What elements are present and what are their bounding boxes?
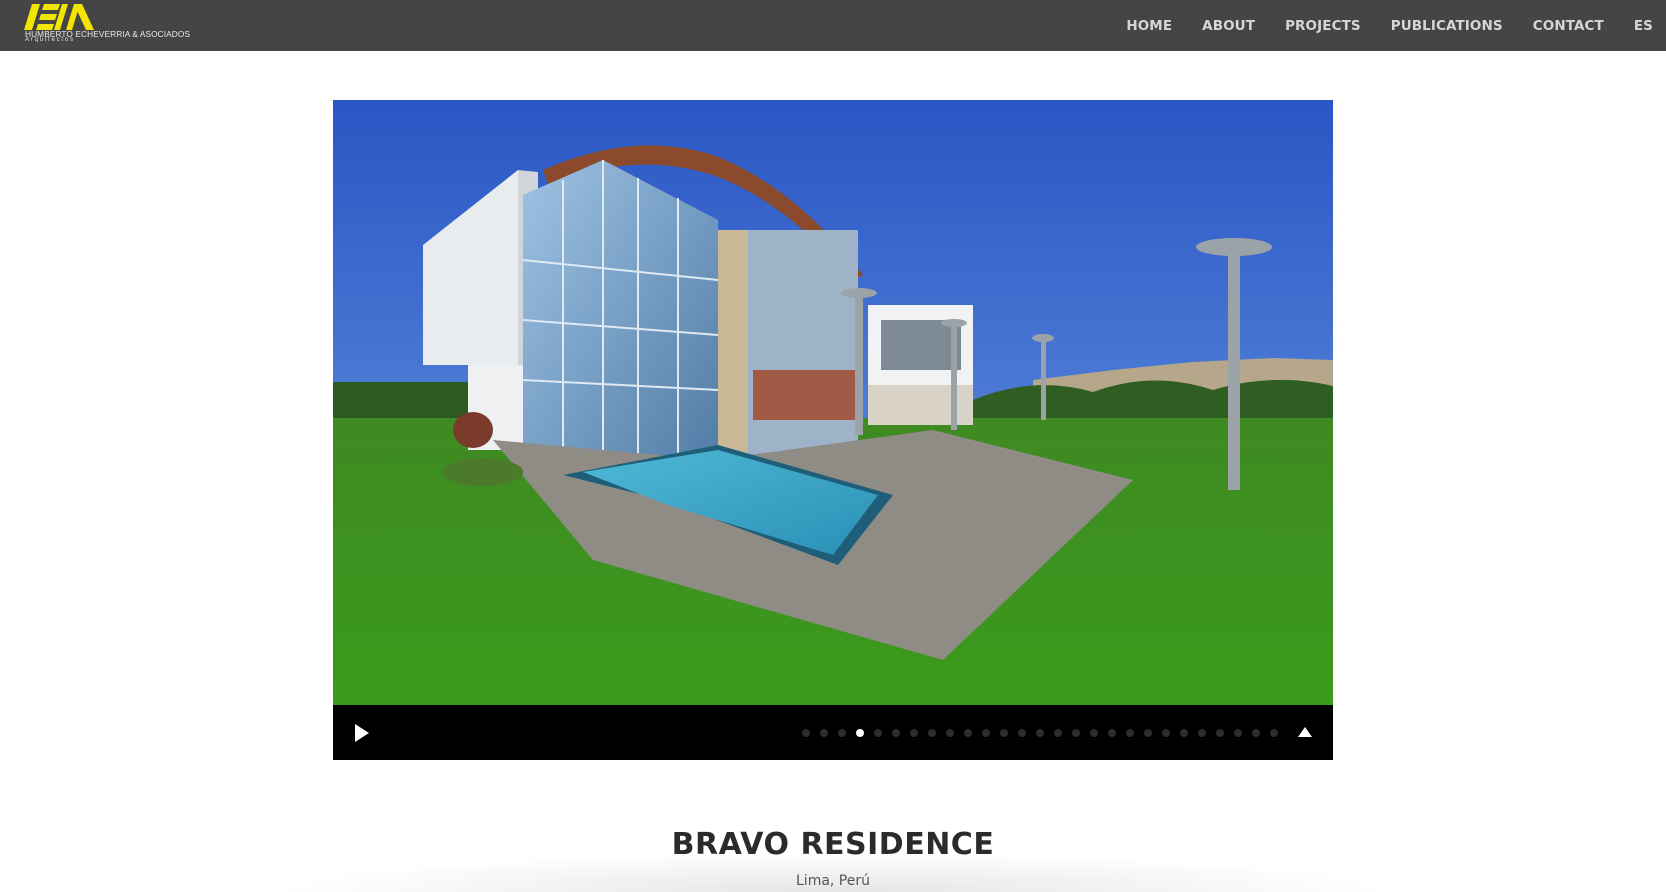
slide-dot[interactable] <box>1072 728 1080 737</box>
slide-dot[interactable] <box>874 728 882 737</box>
nav-contact[interactable]: CONTACT <box>1533 18 1604 34</box>
nav-projects[interactable]: PROJECTS <box>1285 18 1361 34</box>
slide-dot[interactable] <box>946 728 954 737</box>
project-location: Lima, Perú <box>796 873 870 889</box>
slide-dot[interactable] <box>892 728 900 737</box>
slide-dot[interactable] <box>1234 728 1242 737</box>
slide-dot[interactable] <box>1000 728 1008 737</box>
slide-dot[interactable] <box>964 728 972 737</box>
nav-home[interactable]: HOME <box>1126 18 1172 34</box>
slide-image[interactable] <box>333 100 1333 705</box>
top-navigation-bar: HUMBERTO ECHEVERRIA & ASOCIADOS Arquitec… <box>0 0 1666 51</box>
slide-dot[interactable] <box>1198 728 1206 737</box>
nav-language-es[interactable]: ES <box>1634 18 1653 34</box>
slide-dot[interactable] <box>1216 728 1224 737</box>
project-image-slider <box>333 100 1333 760</box>
logo-mark-icon <box>24 4 94 30</box>
slide-dot[interactable] <box>820 728 828 737</box>
slide-dot[interactable] <box>1036 728 1044 737</box>
project-title: BRAVO RESIDENCE <box>671 827 995 862</box>
slide-dot[interactable] <box>1144 728 1152 737</box>
triangle-up-icon[interactable] <box>1297 725 1313 739</box>
slide-dot[interactable] <box>1054 728 1062 737</box>
slider-controls <box>333 705 1333 760</box>
slide-dot[interactable] <box>1252 728 1260 737</box>
site-logo[interactable]: HUMBERTO ECHEVERRIA & ASOCIADOS Arquitec… <box>24 4 190 46</box>
slide-dot[interactable] <box>1108 728 1116 737</box>
slide-dot[interactable] <box>838 728 846 737</box>
nav-about[interactable]: ABOUT <box>1202 18 1255 34</box>
play-icon[interactable] <box>353 722 371 744</box>
slide-dot[interactable] <box>1180 728 1188 737</box>
slide-dot[interactable] <box>928 728 936 737</box>
slide-dot[interactable] <box>910 728 918 737</box>
slide-dot[interactable] <box>856 728 864 737</box>
logo-subtitle: Arquitectos <box>25 37 75 43</box>
nav-publications[interactable]: PUBLICATIONS <box>1391 18 1503 34</box>
slide-dot[interactable] <box>1090 728 1098 737</box>
house-photo <box>333 100 1333 705</box>
slide-dot[interactable] <box>1270 728 1278 737</box>
slide-dot[interactable] <box>1162 728 1170 737</box>
slide-dot[interactable] <box>982 728 990 737</box>
slide-dot[interactable] <box>802 728 810 737</box>
slide-dot[interactable] <box>1018 728 1026 737</box>
slide-indicator-dots <box>792 705 1278 760</box>
slide-dot[interactable] <box>1126 728 1134 737</box>
main-nav: HOME ABOUT PROJECTS PUBLICATIONS CONTACT… <box>1096 0 1653 51</box>
